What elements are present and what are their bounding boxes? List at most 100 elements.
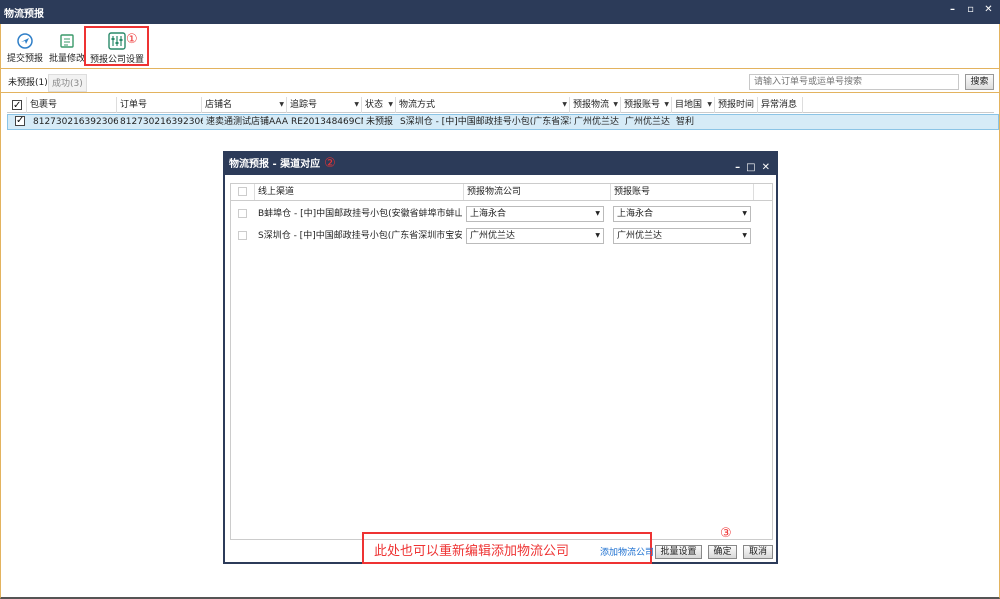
mapping-grid: 线上渠道 预报物流公司 预报账号 B蚌埠仓 - [中]中国邮政挂号小包(安徽省蚌… [230, 183, 773, 540]
window-title: 物流预报 [4, 8, 44, 20]
select-all-checkbox[interactable] [7, 97, 27, 114]
annotation-marker-1: ① [126, 32, 138, 47]
annotation-note: 此处也可以重新编辑添加物流公司 [374, 544, 570, 559]
toolbar: 提交预报 批量修改 预报公司设置 ① [1, 24, 999, 69]
close-icon[interactable]: ✕ [983, 4, 994, 15]
company-select[interactable]: 广州优兰达 ▼ [466, 228, 604, 244]
column-header[interactable]: 订单号 [117, 97, 202, 113]
chevron-down-icon: ▼ [595, 232, 600, 239]
column-header[interactable]: 追踪号 ▼ [287, 97, 362, 113]
minimize-icon[interactable]: – [947, 4, 958, 15]
window-titlebar: 物流预报 – ▫ ✕ [0, 0, 1000, 24]
column-header: 预报账号 [611, 184, 754, 200]
column-header-label: 状态 [365, 100, 384, 110]
cell-package-no: 8127302163923062 [33, 117, 118, 127]
company-select-value: 广州优兰达 [470, 231, 516, 241]
search-button[interactable]: 搜索 [965, 74, 994, 90]
cell-forecast-logistics: 广州优兰达 [574, 117, 620, 127]
column-header-label: 物流方式 [399, 100, 436, 110]
annotation-box-note: 此处也可以重新编辑添加物流公司 添加物流公司 [362, 532, 654, 564]
cell-channel: B蚌埠仓 - [中]中国邮政挂号小包(安徽省蚌埠市蚌山区3 [258, 209, 462, 219]
edit-list-icon [58, 32, 76, 49]
row-checkbox[interactable] [238, 231, 247, 240]
column-header[interactable]: 包裹号 [27, 97, 117, 113]
sort-icon[interactable]: ▼ [613, 97, 618, 113]
annotation-marker-3: ③ [720, 526, 732, 541]
account-select-value: 上海永合 [617, 209, 654, 219]
tab-pending[interactable]: 未预报(1) [5, 74, 51, 92]
cell-store: 速卖通测试店铺AAA [206, 117, 288, 127]
cell-channel: S深圳仓 - [中]中国邮政挂号小包(广东省深圳市宝安区3 [258, 231, 462, 241]
row-checkbox[interactable] [12, 116, 25, 130]
column-header[interactable]: 物流方式 ▼ [396, 97, 570, 113]
column-header: 预报物流公司 [464, 184, 611, 200]
company-select-value: 上海永合 [470, 209, 507, 219]
column-header: 线上渠道 [255, 184, 464, 200]
column-header[interactable]: 预报时间 [715, 97, 758, 113]
checkbox[interactable] [12, 98, 22, 114]
plane-icon [16, 32, 34, 49]
cell-order-no: 8127302163923062 [120, 117, 203, 127]
cell-forecast-account: 广州优兰达 [625, 117, 671, 127]
sort-icon[interactable]: ▼ [562, 97, 567, 113]
table-row[interactable]: B蚌埠仓 - [中]中国邮政挂号小包(安徽省蚌埠市蚌山区3 上海永合 ▼ 上海永合… [231, 203, 772, 225]
ok-button[interactable]: 确定 [708, 545, 737, 559]
table-row[interactable]: 8127302163923062 8127302163923062 速卖通测试店… [7, 114, 999, 130]
batch-edit-label: 批量修改 [49, 54, 86, 64]
column-header-label: 目地国 [675, 100, 703, 110]
account-select[interactable]: 上海永合 ▼ [613, 206, 751, 222]
checkbox[interactable] [15, 116, 25, 128]
column-header[interactable]: 目地国 ▼ [672, 97, 715, 113]
sort-icon[interactable]: ▼ [707, 97, 712, 113]
submit-forecast-label: 提交预报 [7, 54, 44, 64]
mapping-grid-header: 线上渠道 预报物流公司 预报账号 [231, 184, 772, 201]
add-company-link[interactable]: 添加物流公司 [600, 545, 654, 558]
chevron-down-icon: ▼ [595, 210, 600, 217]
submit-forecast-button[interactable]: 提交预报 [7, 28, 43, 64]
minimize-icon[interactable]: – [735, 157, 740, 179]
cell-error [759, 115, 804, 129]
close-icon[interactable]: ✕ [762, 157, 770, 179]
column-header-label: 追踪号 [290, 100, 318, 110]
company-select[interactable]: 上海永合 ▼ [466, 206, 604, 222]
cell-status: 未预报 [366, 117, 394, 127]
dialog-title: 物流预报 - 渠道对应 [229, 159, 321, 170]
grid-header: 包裹号 订单号 店铺名▼ 追踪号▼ 状态▼ 物流方式▼ 预报物流▼ 预报账号▼ … [7, 97, 994, 114]
annotation-box-1 [84, 26, 149, 66]
chevron-down-icon: ▼ [742, 210, 747, 217]
cell-forecast-time [716, 115, 759, 129]
account-select[interactable]: 广州优兰达 ▼ [613, 228, 751, 244]
cancel-button[interactable]: 取消 [743, 545, 773, 559]
column-header[interactable]: 异常消息 [758, 97, 803, 113]
channel-mapping-dialog: 物流预报 - 渠道对应 ② – □ ✕ 线上渠道 预报物流公司 预报账号 B蚌埠仓… [223, 151, 778, 564]
column-header[interactable]: 店铺名 ▼ [202, 97, 287, 113]
batch-edit-button[interactable]: 批量修改 [49, 28, 85, 64]
column-header[interactable]: 预报账号 ▼ [621, 97, 672, 113]
checkbox[interactable] [238, 187, 247, 196]
sort-icon[interactable]: ▼ [279, 97, 284, 113]
batch-set-button[interactable]: 批量设置 [655, 545, 702, 559]
select-all-checkbox[interactable] [231, 184, 255, 200]
tab-bar: 未预报(1) 成功(3) 搜索 [1, 71, 999, 93]
column-header[interactable]: 状态 ▼ [362, 97, 396, 113]
restore-icon[interactable]: ▫ [965, 4, 976, 15]
cell-tracking: RE201348469CN [291, 117, 363, 127]
chevron-down-icon: ▼ [742, 232, 747, 239]
account-select-value: 广州优兰达 [617, 231, 663, 241]
sort-icon[interactable]: ▼ [388, 97, 393, 113]
sort-icon[interactable]: ▼ [354, 97, 359, 113]
tab-success[interactable]: 成功(3) [48, 74, 87, 92]
row-checkbox[interactable] [238, 209, 247, 218]
column-header-label: 预报物流 [573, 100, 610, 110]
sort-icon[interactable]: ▼ [664, 97, 669, 113]
table-row[interactable]: S深圳仓 - [中]中国邮政挂号小包(广东省深圳市宝安区3 广州优兰达 ▼ 广州优… [231, 225, 772, 247]
column-header[interactable]: 预报物流 ▼ [570, 97, 621, 113]
window-controls: – ▫ ✕ [947, 4, 994, 15]
search-input[interactable] [749, 74, 959, 90]
maximize-icon[interactable]: □ [746, 157, 755, 179]
cell-country: 智利 [676, 117, 695, 127]
column-header-label: 预报账号 [624, 100, 661, 110]
dialog-titlebar: 物流预报 - 渠道对应 ② – □ ✕ [225, 153, 776, 175]
dialog-controls: – □ ✕ [735, 157, 770, 179]
cell-method: S深圳仓 - [中]中国邮政挂号小包(广东省深圳 [400, 117, 571, 127]
